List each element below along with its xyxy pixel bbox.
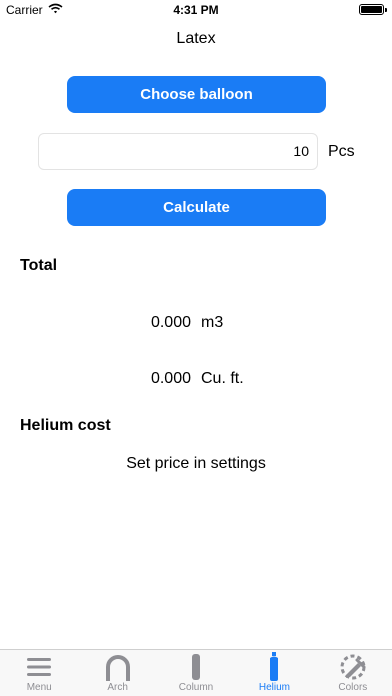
colors-picker-icon [335, 652, 371, 682]
total-heading: Total [20, 257, 58, 274]
column-icon [178, 652, 214, 682]
result-value: 0.000 [150, 370, 191, 387]
menu-icon [21, 652, 57, 682]
choose-balloon-button[interactable]: Choose balloon [67, 76, 326, 113]
page-title: Latex [176, 30, 216, 47]
tab-colors[interactable]: Colors [314, 650, 392, 696]
tab-label: Menu [26, 682, 52, 693]
quantity-input[interactable]: 10 [38, 133, 318, 170]
tab-label: Colors [338, 682, 368, 693]
helium-tank-icon [256, 652, 292, 682]
result-unit: m3 [201, 314, 224, 331]
status-time: 4:31 PM [173, 3, 219, 17]
tab-menu[interactable]: Menu [0, 650, 78, 696]
tab-label: Column [178, 682, 214, 693]
calculate-button[interactable]: Calculate [67, 189, 326, 226]
tab-label: Helium [258, 682, 290, 693]
result-value: 0.000 [150, 314, 191, 331]
status-bar: Carrier 4:31 PM [0, 0, 392, 20]
tab-arch[interactable]: Arch [78, 650, 156, 696]
helium-cost-heading: Helium cost [20, 417, 111, 434]
tab-label: Arch [107, 682, 128, 693]
arch-icon [100, 652, 136, 682]
quantity-unit-label: Pcs [328, 143, 355, 160]
tab-helium[interactable]: Helium [235, 650, 313, 696]
result-unit: Cu. ft. [201, 370, 244, 387]
helium-cost-note: Set price in settings [126, 455, 266, 472]
tab-bar: Menu Arch Column Helium Colors [0, 649, 392, 696]
battery-icon [359, 4, 387, 15]
tab-column[interactable]: Column [157, 650, 235, 696]
